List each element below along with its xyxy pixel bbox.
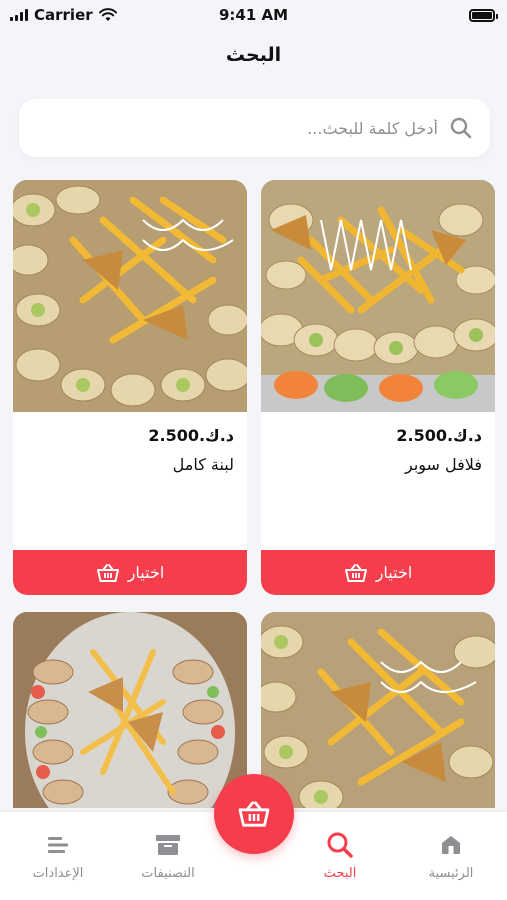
product-image bbox=[13, 612, 247, 808]
tab-home-label: الرئيسية bbox=[428, 866, 474, 881]
product-image bbox=[261, 180, 495, 412]
home-icon bbox=[442, 836, 460, 854]
search-icon[interactable] bbox=[450, 117, 472, 139]
product-price: د.ك.2.500 bbox=[396, 426, 482, 445]
signal-icon bbox=[10, 9, 28, 21]
carrier-label: Carrier bbox=[34, 6, 93, 24]
search-bar[interactable] bbox=[19, 99, 490, 157]
product-image bbox=[261, 612, 495, 808]
basket-icon bbox=[96, 563, 119, 582]
wifi-icon bbox=[98, 8, 117, 21]
product-grid: د.ك.2.500 فلافل سوبر اختيار د.ك.2.500 لب… bbox=[13, 180, 495, 808]
search-icon bbox=[327, 832, 353, 858]
status-bar: Carrier 9:41 AM bbox=[0, 0, 507, 30]
battery-icon bbox=[469, 8, 498, 22]
tab-search-label: البحث bbox=[323, 866, 357, 881]
choose-button[interactable]: اختيار bbox=[13, 550, 247, 595]
product-name: فلافل سوبر bbox=[405, 455, 482, 474]
categories-icon bbox=[156, 835, 180, 855]
choose-button[interactable]: اختيار bbox=[261, 550, 495, 595]
tab-categories-label: التصنيفات bbox=[141, 866, 195, 881]
product-card[interactable]: د.ك.2.500 لبنة كامل اختيار bbox=[13, 180, 247, 595]
tab-settings[interactable]: الإعدادات bbox=[8, 828, 108, 881]
product-card[interactable] bbox=[261, 612, 495, 808]
basket-icon bbox=[238, 801, 270, 827]
search-input[interactable] bbox=[37, 118, 450, 138]
page-title: البحث bbox=[225, 44, 282, 66]
tab-home[interactable]: الرئيسية bbox=[401, 828, 501, 881]
choose-button-label: اختيار bbox=[127, 563, 165, 582]
settings-icon bbox=[48, 837, 68, 853]
choose-button-label: اختيار bbox=[375, 563, 413, 582]
product-price: د.ك.2.500 bbox=[148, 426, 234, 445]
cart-button[interactable] bbox=[214, 774, 294, 854]
tab-settings-label: الإعدادات bbox=[32, 866, 84, 881]
tab-categories[interactable]: التصنيفات bbox=[118, 828, 218, 881]
tab-search[interactable]: البحث bbox=[290, 828, 390, 881]
product-name: لبنة كامل bbox=[172, 455, 234, 474]
basket-icon bbox=[344, 563, 367, 582]
status-left: Carrier bbox=[10, 6, 117, 24]
product-card[interactable] bbox=[13, 612, 247, 808]
product-card[interactable]: د.ك.2.500 فلافل سوبر اختيار bbox=[261, 180, 495, 595]
product-image bbox=[13, 180, 247, 412]
